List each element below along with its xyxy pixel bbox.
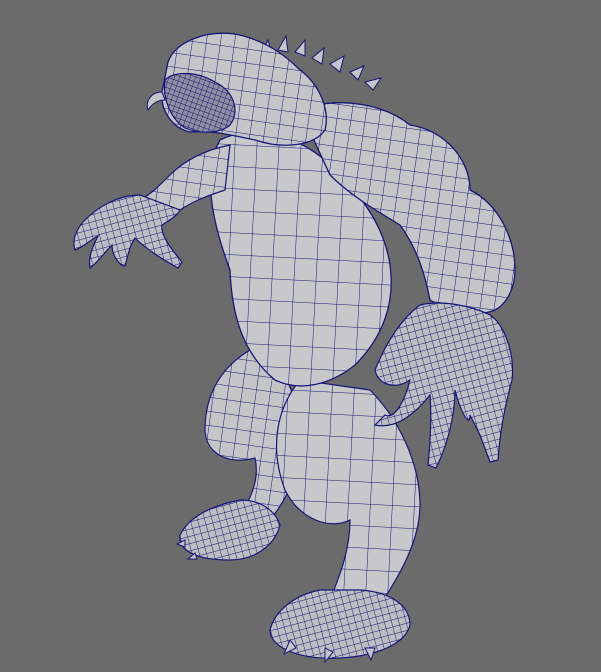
left-arm <box>73 144 231 270</box>
creature-model[interactable] <box>0 0 601 672</box>
3d-viewport[interactable] <box>0 0 601 672</box>
